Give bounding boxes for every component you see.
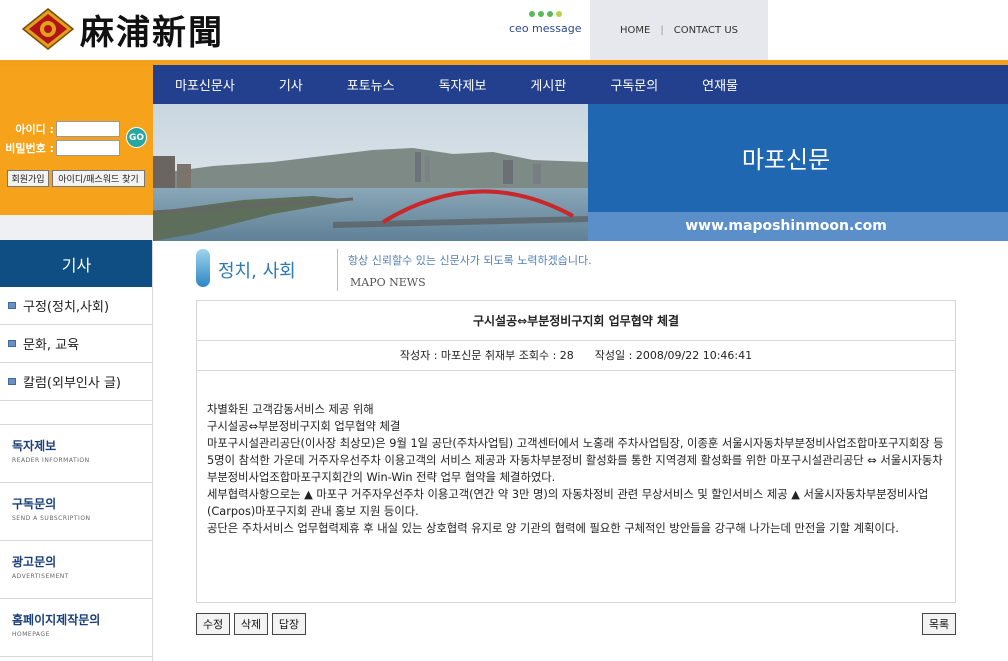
login-box: 아이디 : 비밀번호 : GO 회원가입 아이디/패스워드 찾기 bbox=[0, 65, 153, 215]
edit-button[interactable]: 수정 bbox=[196, 613, 230, 635]
bullet-icon bbox=[8, 378, 16, 385]
sidebar-link-title: 광고문의 bbox=[12, 555, 57, 569]
section-heading: 정치, 사회 항상 신뢰할수 있는 신문사가 되도록 노력하겠습니다. MAPO… bbox=[196, 249, 956, 293]
nav-item-subscription[interactable]: 구독문의 bbox=[588, 75, 680, 94]
river-bridge-photo bbox=[153, 104, 588, 241]
nav-item-company[interactable]: 마포신문사 bbox=[153, 75, 257, 94]
password-input[interactable] bbox=[56, 140, 120, 156]
sidebar-link-subtitle: ADVERTISEMENT bbox=[12, 573, 69, 580]
password-label: 비밀번호 : bbox=[5, 142, 54, 155]
sidebar-link-title: 독자제보 bbox=[12, 439, 57, 453]
id-input[interactable] bbox=[56, 121, 120, 137]
sidebar-item-column[interactable]: 칼럼(외부인사 글) bbox=[0, 363, 153, 401]
main-nav: 마포신문사 기사 포토뉴스 독자제보 게시판 구독문의 연재물 bbox=[153, 65, 1008, 104]
sidebar-link-subtitle: SEND A SUBSCRIPTION bbox=[12, 515, 91, 522]
sidebar-link-subscription[interactable]: 구독문의 SEND A SUBSCRIPTION bbox=[0, 483, 153, 541]
reply-button[interactable]: 답장 bbox=[272, 613, 306, 635]
banner-title-panel: 마포신문 www.maposhinmoon.com bbox=[588, 104, 1008, 241]
join-button[interactable]: 회원가입 bbox=[7, 170, 49, 187]
banner-title: 마포신문 bbox=[741, 146, 831, 174]
delete-button[interactable]: 삭제 bbox=[234, 613, 268, 635]
login-go-button[interactable]: GO bbox=[126, 127, 147, 148]
sidebar-title: 기사 bbox=[0, 240, 153, 287]
left-spacer bbox=[0, 215, 153, 240]
sidebar-item-culture[interactable]: 문화, 교육 bbox=[0, 325, 153, 363]
section-divider bbox=[337, 249, 338, 291]
nav-item-photo-news[interactable]: 포토뉴스 bbox=[325, 75, 417, 94]
sidebar-link-reader-report[interactable]: 독자제보 READER INFORMATION bbox=[0, 425, 153, 483]
logo-emblem-icon bbox=[22, 8, 74, 50]
section-slogan: 항상 신뢰할수 있는 신문사가 되도록 노력하겠습니다. bbox=[348, 254, 592, 267]
id-label: 아이디 : bbox=[15, 123, 54, 136]
banner: 마포신문 www.maposhinmoon.com bbox=[153, 104, 1008, 241]
section-subtitle: MAPO NEWS bbox=[350, 276, 426, 289]
sidebar-border bbox=[152, 240, 153, 661]
nav-item-articles[interactable]: 기사 bbox=[257, 75, 325, 94]
home-link[interactable]: HOME bbox=[620, 25, 650, 36]
site-header: 麻浦新聞 ceo message HOME | CONTACT US bbox=[0, 0, 1008, 60]
section-title: 정치, 사회 bbox=[218, 261, 296, 282]
sidebar-link-advertisement[interactable]: 광고문의 ADVERTISEMENT bbox=[0, 541, 153, 599]
article: 구시설공⇔부분정비구지회 업무협약 체결 작성자 : 마포신문 취재부 조회수 … bbox=[196, 300, 956, 603]
sidebar-link-title: 홈페이지제작문의 bbox=[12, 613, 101, 627]
article-paragraph: 세부협력사항으로는 ▲ 마포구 거주자우선주차 이용고객(연간 약 3만 명)의… bbox=[207, 488, 929, 518]
article-meta: 작성자 : 마포신문 취재부 조회수 : 28 작성일 : 2008/09/22… bbox=[197, 341, 955, 371]
logo-text: 麻浦新聞 bbox=[80, 12, 224, 53]
nav-item-reader-report[interactable]: 독자제보 bbox=[417, 75, 509, 94]
bullet-icon bbox=[8, 302, 16, 309]
article-paragraph: 구시설공⇔부분정비구지회 업무협약 체결 bbox=[207, 420, 401, 433]
banner-url[interactable]: www.maposhinmoon.com bbox=[588, 218, 984, 234]
article-paragraph: 마포구시설관리공단(이사장 최상모)은 9월 1일 공단(주차사업팀) 고객센터… bbox=[207, 437, 944, 484]
site-logo[interactable]: 麻浦新聞 bbox=[22, 8, 224, 53]
sidebar-spacer bbox=[0, 401, 153, 425]
article-body: 차별화된 고객감동서비스 제공 위해 구시설공⇔부분정비구지회 업무협약 체결 … bbox=[207, 401, 947, 537]
nav-item-board[interactable]: 게시판 bbox=[508, 75, 588, 94]
sidebar-item-label: 구정(정치,사회) bbox=[23, 300, 110, 315]
ceo-dots-icon bbox=[529, 11, 562, 17]
sidebar-item-politics[interactable]: 구정(정치,사회) bbox=[0, 287, 153, 325]
top-links: HOME | CONTACT US bbox=[590, 0, 768, 60]
list-button[interactable]: 목록 bbox=[922, 613, 956, 635]
article-paragraph: 차별화된 고객감동서비스 제공 위해 bbox=[207, 403, 374, 416]
banner-url-bar: www.maposhinmoon.com bbox=[588, 212, 1008, 241]
ceo-message-link[interactable]: ceo message bbox=[509, 22, 581, 35]
nav-item-series[interactable]: 연재물 bbox=[680, 75, 760, 94]
article-paragraph: 공단은 주차서비스 업무협력제휴 후 내실 있는 상호협력 유지로 양 기관의 … bbox=[207, 522, 899, 535]
sidebar-link-subtitle: READER INFORMATION bbox=[12, 457, 90, 464]
contact-us-link[interactable]: CONTACT US bbox=[674, 25, 738, 36]
sidebar-item-label: 문화, 교육 bbox=[23, 338, 80, 353]
top-links-separator: | bbox=[660, 24, 664, 36]
bullet-icon bbox=[8, 340, 16, 347]
article-title: 구시설공⇔부분정비구지회 업무협약 체결 bbox=[197, 301, 955, 341]
find-account-button[interactable]: 아이디/패스워드 찾기 bbox=[52, 170, 145, 187]
section-bar-icon bbox=[196, 249, 210, 287]
sidebar-link-homepage[interactable]: 홈페이지제작문의 HOMEPAGE bbox=[0, 599, 153, 657]
sidebar-item-label: 칼럼(외부인사 글) bbox=[23, 376, 121, 391]
sidebar-link-title: 구독문의 bbox=[12, 497, 57, 511]
sidebar-link-subtitle: HOMEPAGE bbox=[12, 631, 50, 638]
